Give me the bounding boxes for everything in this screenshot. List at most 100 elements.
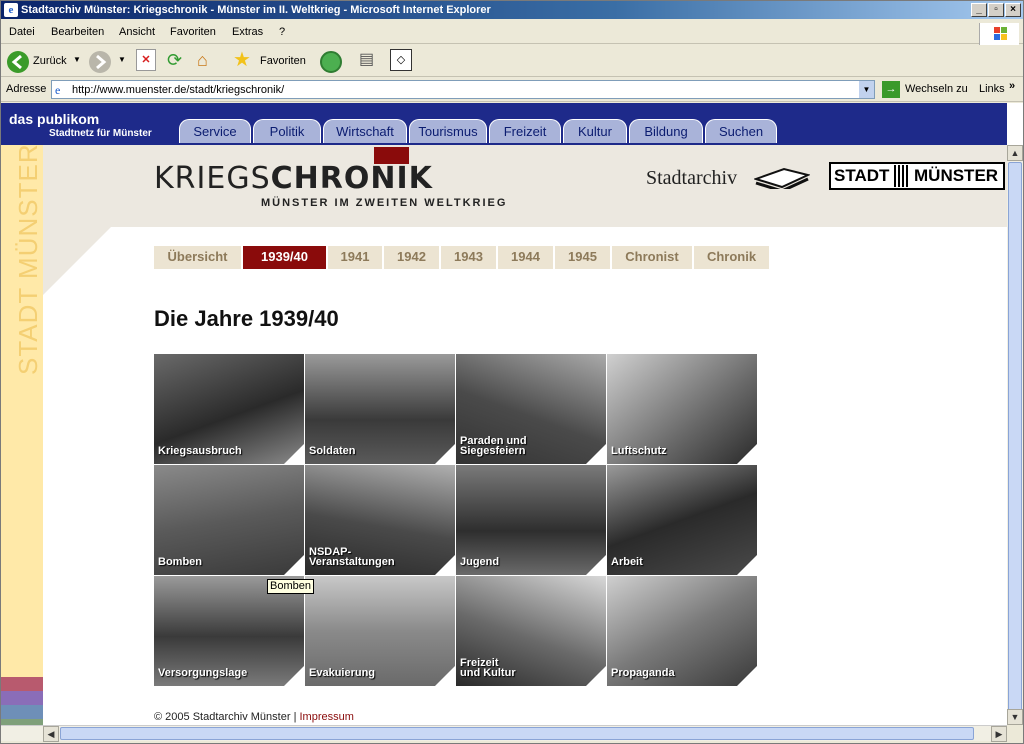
tab-chronik[interactable]: Chronik — [694, 246, 769, 269]
nav-kultur[interactable]: Kultur — [563, 119, 627, 143]
tile-label: Luftschutz — [611, 445, 667, 457]
tile-label: Freizeit und Kultur — [460, 657, 516, 679]
home-icon[interactable]: ⌂ — [197, 49, 221, 71]
book-icon — [754, 167, 810, 189]
menu-help[interactable]: ? — [279, 26, 285, 38]
publikom-logo[interactable]: das publikom — [9, 111, 99, 127]
maximize-button[interactable]: ▫ — [988, 3, 1004, 17]
history-icon[interactable] — [320, 51, 342, 73]
tile-corner — [737, 555, 757, 575]
tile-corner — [737, 444, 757, 464]
forward-arrow-icon[interactable] — [89, 51, 111, 73]
links-button[interactable]: Links — [979, 83, 1005, 95]
tab-1941[interactable]: 1941 — [328, 246, 382, 269]
scroll-up-button[interactable]: ▲ — [1007, 145, 1023, 161]
refresh-icon[interactable]: ⟳ — [167, 49, 187, 71]
tile-bomben[interactable]: Bomben — [154, 465, 304, 575]
site-title-light: KRIEGS — [154, 161, 271, 196]
tile-label: Kriegsausbruch — [158, 445, 242, 457]
stadtarchiv-logo[interactable]: Stadtarchiv — [646, 167, 810, 190]
tile-corner — [435, 555, 455, 575]
tab-1944[interactable]: 1944 — [498, 246, 553, 269]
nav-freizeit[interactable]: Freizeit — [489, 119, 561, 143]
tile-soldaten[interactable]: Soldaten — [305, 354, 455, 464]
tab-1939-40[interactable]: 1939/40 — [243, 246, 326, 269]
site-title[interactable]: KRIEGSCHRONIK — [154, 161, 433, 196]
nav-tourismus[interactable]: Tourismus — [409, 119, 487, 143]
tile-label: Arbeit — [611, 556, 643, 568]
window-title: Stadtarchiv Münster: Kriegschronik - Mün… — [21, 4, 491, 16]
tile-corner — [586, 666, 606, 686]
tile-corner — [284, 444, 304, 464]
tab-uebersicht[interactable]: Übersicht — [154, 246, 241, 269]
go-arrow-icon[interactable]: → — [882, 81, 900, 98]
tile-label: Evakuierung — [309, 667, 376, 679]
vertical-scrollbar[interactable]: ▲ ▼ — [1007, 145, 1023, 725]
tab-1942[interactable]: 1942 — [384, 246, 439, 269]
tile-paraden[interactable]: Paraden und Siegesfeiern — [456, 354, 606, 464]
address-url: http://www.muenster.de/stadt/kriegschron… — [72, 84, 285, 96]
hscroll-thumb[interactable] — [60, 727, 974, 740]
stop-icon[interactable]: ✕ — [136, 49, 156, 71]
tile-propaganda[interactable]: Propaganda — [607, 576, 757, 686]
tile-label: Propaganda — [611, 667, 675, 679]
tile-kriegsausbruch[interactable]: Kriegsausbruch — [154, 354, 304, 464]
address-dropdown-icon[interactable]: ▼ — [859, 81, 874, 98]
tile-nsdap[interactable]: NSDAP- Veranstaltungen — [305, 465, 455, 575]
back-arrow-icon[interactable] — [7, 51, 29, 73]
back-button-label[interactable]: Zurück — [33, 55, 67, 79]
nav-bildung[interactable]: Bildung — [629, 119, 703, 143]
menu-datei[interactable]: Datei — [9, 26, 35, 38]
sidebar-color-strip — [1, 705, 43, 719]
tile-corner — [284, 666, 304, 686]
tab-1945[interactable]: 1945 — [555, 246, 610, 269]
tooltip: Bomben — [267, 579, 314, 594]
favorites-star-icon[interactable]: ★ — [233, 49, 257, 71]
menu-ansicht[interactable]: Ansicht — [119, 26, 155, 38]
stadtarchiv-label: Stadtarchiv — [646, 167, 738, 189]
page-title: Die Jahre 1939/40 — [154, 306, 339, 331]
stadt-logo-b: MÜNSTER — [914, 166, 999, 185]
menu-favoriten[interactable]: Favoriten — [170, 26, 216, 38]
mail-print-icon[interactable]: ▤ — [359, 49, 381, 71]
address-input[interactable]: e http://www.muenster.de/stadt/kriegschr… — [51, 80, 875, 99]
scroll-thumb[interactable] — [1008, 162, 1022, 717]
sidebar-color-strip — [1, 677, 43, 691]
menu-bar: Datei Bearbeiten Ansicht Favoriten Extra… — [1, 22, 1023, 44]
forward-dropdown-icon[interactable]: ▼ — [118, 55, 126, 79]
links-chevron-icon[interactable]: » — [1009, 80, 1015, 92]
tile-luftschutz[interactable]: Luftschutz — [607, 354, 757, 464]
stadt-muenster-logo[interactable]: STADT MÜNSTER — [829, 162, 1005, 190]
nav-politik[interactable]: Politik — [253, 119, 321, 143]
close-button[interactable]: × — [1005, 3, 1021, 17]
city-gate-icon — [894, 165, 910, 187]
tile-evakuierung[interactable]: Evakuierung — [305, 576, 455, 686]
tile-label: Paraden und Siegesfeiern — [460, 435, 527, 457]
edit-icon[interactable]: ◇ — [390, 49, 412, 71]
scroll-right-button[interactable]: ▶ — [991, 726, 1007, 742]
tile-freizeit[interactable]: Freizeit und Kultur — [456, 576, 606, 686]
menu-bearbeiten[interactable]: Bearbeiten — [51, 26, 104, 38]
address-bar: Adresse e http://www.muenster.de/stadt/k… — [1, 78, 1023, 102]
toolbar: Zurück ▼ ▼ ✕ ⟳ ⌂ ★ Favoriten ▤ ◇ — [1, 45, 1023, 77]
nav-wirtschaft[interactable]: Wirtschaft — [323, 119, 407, 143]
horizontal-scrollbar[interactable]: ◀ ▶ — [1, 725, 1007, 742]
tile-label: NSDAP- Veranstaltungen — [309, 546, 395, 568]
tile-arbeit[interactable]: Arbeit — [607, 465, 757, 575]
tile-jugend[interactable]: Jugend — [456, 465, 606, 575]
tile-corner — [435, 666, 455, 686]
nav-service[interactable]: Service — [179, 119, 251, 143]
tile-corner — [586, 555, 606, 575]
tab-chronist[interactable]: Chronist — [612, 246, 692, 269]
favorites-button-label[interactable]: Favoriten — [260, 55, 306, 79]
menu-extras[interactable]: Extras — [232, 26, 263, 38]
go-button[interactable]: Wechseln zu — [905, 83, 968, 95]
nav-suchen[interactable]: Suchen — [705, 119, 777, 143]
tile-corner — [435, 444, 455, 464]
minimize-button[interactable]: _ — [971, 3, 987, 17]
scroll-left-button[interactable]: ◀ — [43, 726, 59, 742]
scroll-down-button[interactable]: ▼ — [1007, 709, 1023, 725]
impressum-link[interactable]: Impressum — [299, 711, 353, 723]
tab-1943[interactable]: 1943 — [441, 246, 496, 269]
back-dropdown-icon[interactable]: ▼ — [73, 55, 81, 79]
